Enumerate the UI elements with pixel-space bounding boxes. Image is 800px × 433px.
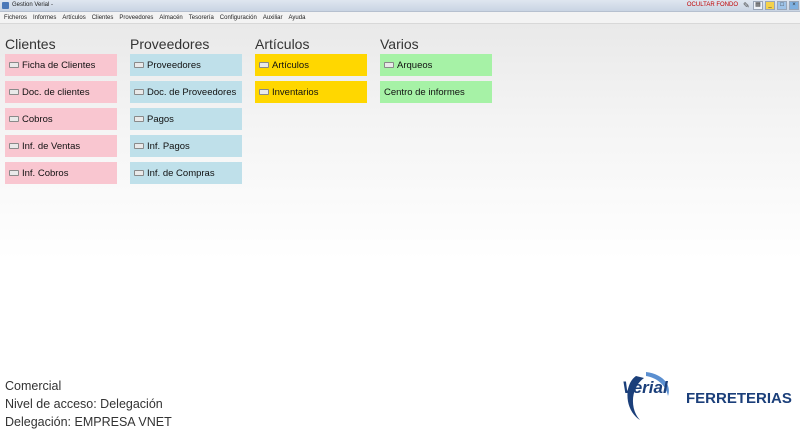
report-icon bbox=[9, 143, 19, 149]
articulos-column: Artículos Artículos Inventarios bbox=[255, 36, 367, 108]
menu-ayuda[interactable]: Ayuda bbox=[289, 12, 306, 24]
report-icon bbox=[134, 170, 144, 176]
app-icon bbox=[2, 2, 9, 9]
tile-doc-clientes[interactable]: Doc. de clientes bbox=[5, 81, 117, 103]
window-title: Gestion Verial - bbox=[12, 2, 54, 8]
tile-proveedores[interactable]: Proveedores bbox=[130, 54, 242, 76]
folder-icon bbox=[9, 116, 19, 122]
close-icon[interactable]: × bbox=[789, 1, 799, 10]
varios-title: Varios bbox=[380, 36, 419, 52]
tile-arqueos[interactable]: Arqueos bbox=[380, 54, 492, 76]
delegation: Delegación: EMPRESA VNET bbox=[5, 415, 172, 429]
tile-inf-pagos[interactable]: Inf. Pagos bbox=[130, 135, 242, 157]
tile-label: Pagos bbox=[147, 113, 174, 125]
window-options-icon[interactable]: ▦ bbox=[753, 1, 763, 10]
tile-pagos[interactable]: Pagos bbox=[130, 108, 242, 130]
folder-icon bbox=[384, 62, 394, 68]
tile-label: Inf. Cobros bbox=[22, 167, 69, 179]
folder-icon bbox=[134, 116, 144, 122]
tile-inf-ventas[interactable]: Inf. de Ventas bbox=[5, 135, 117, 157]
tile-label: Cobros bbox=[22, 113, 53, 125]
brand-logo: Verial FERRETERIAS bbox=[622, 370, 797, 426]
minimize-icon[interactable]: _ bbox=[765, 1, 775, 10]
tile-label: Inventarios bbox=[272, 86, 319, 98]
tile-inf-compras[interactable]: Inf. de Compras bbox=[130, 162, 242, 184]
tile-ficha-clientes[interactable]: Ficha de Clientes bbox=[5, 54, 117, 76]
tile-label: Proveedores bbox=[147, 59, 201, 71]
tile-label: Arqueos bbox=[397, 59, 433, 71]
status-info: Comercial Nivel de acceso: Delegación De… bbox=[5, 377, 172, 431]
tile-label: Inf. de Ventas bbox=[22, 140, 81, 152]
folder-icon bbox=[9, 62, 19, 68]
menu-almacen[interactable]: Almacén bbox=[159, 12, 182, 24]
tile-articulos[interactable]: Artículos bbox=[255, 54, 367, 76]
report-icon bbox=[134, 143, 144, 149]
tile-label: Centro de informes bbox=[384, 86, 465, 98]
tile-inf-cobros[interactable]: Inf. Cobros bbox=[5, 162, 117, 184]
logo-text: Verial bbox=[622, 378, 668, 397]
menu-configuracion[interactable]: Configuración bbox=[220, 12, 257, 24]
folder-icon bbox=[259, 62, 269, 68]
clientes-title: Clientes bbox=[5, 36, 56, 52]
menu-bar: Ficheros Informes Artículos Clientes Pro… bbox=[0, 12, 800, 24]
maximize-icon[interactable]: □ bbox=[777, 1, 787, 10]
menu-tesoreria[interactable]: Tesorería bbox=[189, 12, 214, 24]
tile-label: Artículos bbox=[272, 59, 309, 71]
access-level: Nivel de acceso: Delegación bbox=[5, 397, 163, 411]
folder-icon bbox=[134, 62, 144, 68]
proveedores-title: Proveedores bbox=[130, 36, 210, 52]
varios-column: Varios Arqueos Centro de informes bbox=[380, 36, 492, 108]
tile-cobros[interactable]: Cobros bbox=[5, 108, 117, 130]
menu-clientes[interactable]: Clientes bbox=[92, 12, 114, 24]
hide-background-button[interactable]: OCULTAR FONDO bbox=[687, 1, 738, 10]
tool-icon[interactable]: ✎ bbox=[743, 1, 751, 10]
menu-proveedores[interactable]: Proveedores bbox=[119, 12, 153, 24]
menu-informes[interactable]: Informes bbox=[33, 12, 56, 24]
menu-ficheros[interactable]: Ficheros bbox=[4, 12, 27, 24]
tile-inventarios[interactable]: Inventarios bbox=[255, 81, 367, 103]
report-icon bbox=[9, 170, 19, 176]
profile-label: Comercial bbox=[5, 379, 62, 393]
proveedores-column: Proveedores Proveedores Doc. de Proveedo… bbox=[130, 36, 242, 189]
brand-name: FERRETERIAS bbox=[686, 390, 792, 407]
menu-articulos[interactable]: Artículos bbox=[62, 12, 85, 24]
tile-label: Doc. de Proveedores bbox=[147, 86, 237, 98]
tile-label: Doc. de clientes bbox=[22, 86, 90, 98]
tile-centro-informes[interactable]: Centro de informes bbox=[380, 81, 492, 103]
tile-label: Inf. de Compras bbox=[147, 167, 215, 179]
articulos-title: Artículos bbox=[255, 36, 310, 52]
tile-label: Inf. Pagos bbox=[147, 140, 190, 152]
folder-icon bbox=[259, 89, 269, 95]
folder-icon bbox=[9, 89, 19, 95]
menu-auxiliar[interactable]: Auxiliar bbox=[263, 12, 283, 24]
tile-label: Ficha de Clientes bbox=[22, 59, 96, 71]
tile-doc-proveedores[interactable]: Doc. de Proveedores bbox=[130, 81, 242, 103]
folder-icon bbox=[134, 89, 144, 95]
clientes-column: Clientes Ficha de Clientes Doc. de clien… bbox=[5, 36, 117, 189]
title-bar: Gestion Verial - OCULTAR FONDO ✎ ▦ _ □ × bbox=[0, 0, 800, 12]
